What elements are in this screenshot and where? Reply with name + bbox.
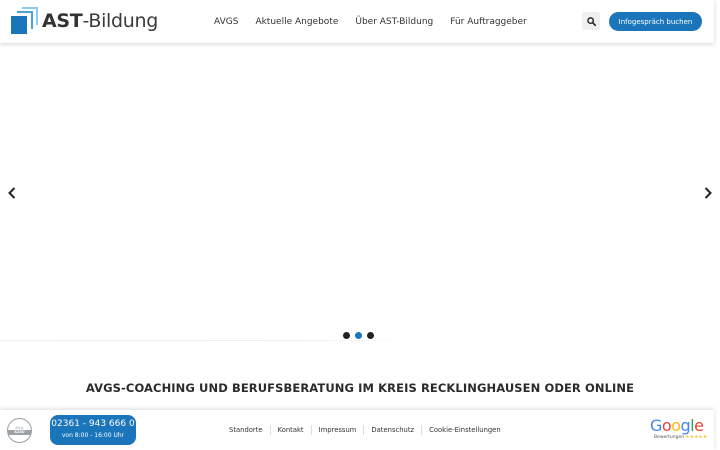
chevron-right-icon (704, 187, 712, 199)
slider-dot-active[interactable] (355, 332, 362, 339)
nav-item-fuer-auftraggeber[interactable]: Für Auftraggeber (450, 17, 526, 27)
slider-dots (343, 332, 379, 339)
footer-link-datenschutz[interactable]: Datenschutz (363, 425, 421, 435)
footer-link-cookie-einstellungen[interactable]: Cookie-Einstellungen (421, 425, 508, 435)
search-icon (586, 16, 596, 26)
book-consultation-button[interactable]: Infogespräch buchen (609, 12, 702, 31)
phone-button[interactable]: 02361 - 943 666 0 von 8:00 - 16:00 Uhr (50, 415, 136, 445)
nav-item-ueber-ast-bildung[interactable]: Über AST-Bildung (355, 17, 433, 27)
star-rating-icon: ★★★★★ (685, 435, 708, 440)
site-logo[interactable]: AST-Bildung (11, 7, 158, 35)
nav-item-aktuelle-angebote[interactable]: Aktuelle Angebote (255, 17, 338, 27)
footer-link-standorte[interactable]: Standorte (222, 425, 270, 435)
section-divider (0, 340, 430, 341)
hero-slider (0, 43, 720, 340)
nav-item-avgs[interactable]: AVGS (214, 17, 238, 27)
search-button[interactable] (582, 12, 600, 30)
slider-next-button[interactable] (702, 186, 714, 200)
logo-text: AST-Bildung (42, 10, 159, 32)
footer-links: Standorte Kontakt Impressum Datenschutz … (222, 410, 508, 450)
main-nav: AVGS Aktuelle Angebote Über AST-Bildung … (206, 0, 544, 43)
page-headline: AVGS-COACHING UND BERUFSBERATUNG IM KREI… (85, 381, 635, 395)
slider-dot[interactable] (343, 332, 350, 339)
phone-hours: von 8:00 - 16:00 Uhr (61, 432, 125, 439)
slider-dot[interactable] (367, 332, 374, 339)
phone-number: 02361 - 943 666 0 (51, 419, 135, 429)
logo-mark-icon (11, 7, 39, 35)
azav-seal-icon: ASA AZAV (7, 418, 32, 443)
footer-link-kontakt[interactable]: Kontakt (269, 425, 311, 435)
site-header: AST-Bildung AVGS Aktuelle Angebote Über … (0, 0, 714, 43)
sticky-footer: ASA AZAV 02361 - 943 666 0 von 8:00 - 16… (0, 410, 714, 450)
chevron-left-icon (8, 187, 16, 199)
footer-link-impressum[interactable]: Impressum (310, 425, 364, 435)
slider-prev-button[interactable] (6, 186, 18, 200)
google-reviews-badge[interactable]: Google Bewertungen ★★★★★ (650, 417, 708, 445)
google-reviews-label: Bewertungen ★★★★★ (654, 435, 708, 440)
google-logo: Google (650, 416, 704, 435)
